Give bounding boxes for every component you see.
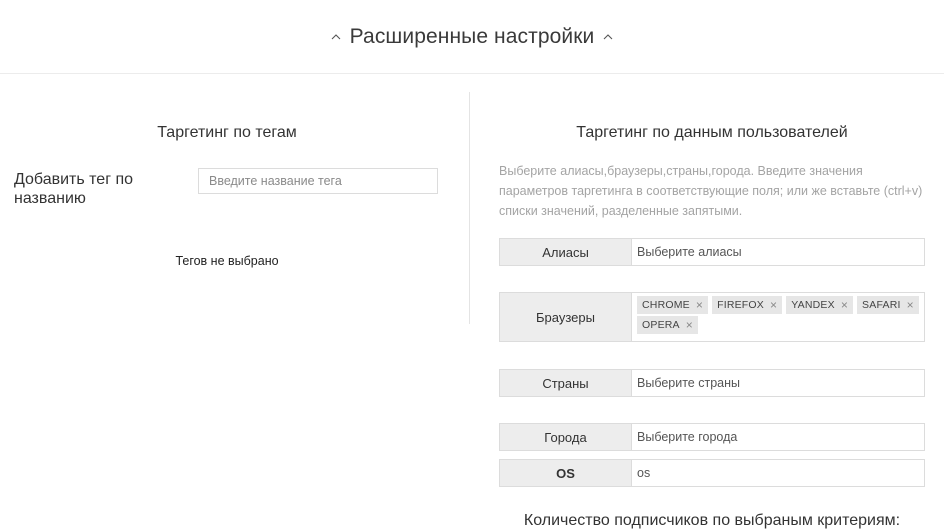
browser-chip-label: OPERA xyxy=(642,319,680,331)
cities-select[interactable]: Выберите города xyxy=(632,424,924,450)
browser-chip-firefox: FIREFOX × xyxy=(712,296,783,314)
countries-label: Страны xyxy=(500,370,632,396)
countries-row: Страны Выберите страны xyxy=(499,369,925,397)
browser-chip-label: CHROME xyxy=(642,299,690,311)
subscribers-count-title: Количество подписчиков по выбраным крите… xyxy=(523,512,901,529)
browser-chip-label: SAFARI xyxy=(862,299,901,311)
os-label: OS xyxy=(500,460,632,486)
user-targeting-hint: Выберите алиасы,браузеры,страны,города. … xyxy=(499,164,923,218)
countries-select[interactable]: Выберите страны xyxy=(632,370,924,396)
os-row: OS os xyxy=(499,459,925,487)
no-tags-text: Тегов не выбрано xyxy=(175,254,279,268)
close-icon[interactable]: × xyxy=(696,299,703,311)
chevron-up-icon xyxy=(330,31,342,43)
add-tag-label: Добавить тег по названию xyxy=(14,171,134,207)
countries-placeholder: Выберите страны xyxy=(637,376,741,390)
browsers-row: Браузеры CHROME × FIREFOX × YANDEX × SAF… xyxy=(499,292,925,342)
tag-targeting-title: Таргетинг по тегам xyxy=(157,124,297,141)
column-divider xyxy=(469,92,470,324)
aliases-label: Алиасы xyxy=(500,239,632,265)
close-icon[interactable]: × xyxy=(770,299,777,311)
browser-chip-opera: OPERA × xyxy=(637,316,698,334)
browser-chip-chrome: CHROME × xyxy=(637,296,709,314)
cities-row: Города Выберите города xyxy=(499,423,925,451)
browser-chip-label: YANDEX xyxy=(791,299,835,311)
advanced-settings-toggle[interactable]: Расширенные настройки xyxy=(330,25,615,49)
advanced-settings-title: Расширенные настройки xyxy=(349,24,595,48)
aliases-row: Алиасы Выберите алиасы xyxy=(499,238,925,266)
os-value: os xyxy=(637,466,651,480)
close-icon[interactable]: × xyxy=(686,319,693,331)
close-icon[interactable]: × xyxy=(841,299,848,311)
chevron-up-icon xyxy=(602,31,614,43)
os-input[interactable]: os xyxy=(632,460,924,486)
cities-label: Города xyxy=(500,424,632,450)
browsers-label: Браузеры xyxy=(500,293,632,341)
tag-name-input[interactable] xyxy=(198,168,438,194)
close-icon[interactable]: × xyxy=(907,299,914,311)
cities-placeholder: Выберите города xyxy=(637,430,738,444)
advanced-settings-header: Расширенные настройки xyxy=(0,0,944,74)
aliases-placeholder: Выберите алиасы xyxy=(637,245,742,259)
user-targeting-title: Таргетинг по данным пользователей xyxy=(576,124,848,141)
browser-chip-safari: SAFARI × xyxy=(857,296,919,314)
aliases-select[interactable]: Выберите алиасы xyxy=(632,239,924,265)
browsers-select[interactable]: CHROME × FIREFOX × YANDEX × SAFARI × OPE… xyxy=(632,293,924,341)
browser-chip-label: FIREFOX xyxy=(717,299,764,311)
browser-chip-yandex: YANDEX × xyxy=(786,296,854,314)
